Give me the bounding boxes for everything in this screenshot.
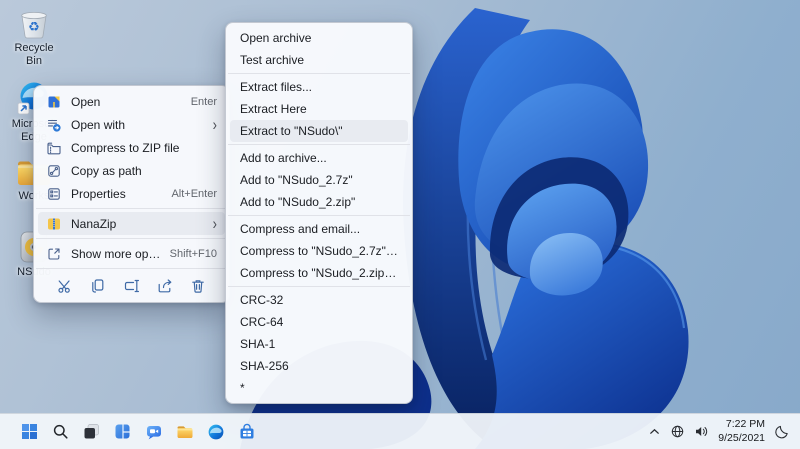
menu-item-nanazip[interactable]: NanaZip › (38, 212, 225, 235)
submenu-item-crc64[interactable]: CRC-64 (230, 311, 408, 333)
taskbar-clock[interactable]: 7:22 PM 9/25/2021 (718, 418, 765, 445)
properties-icon (46, 186, 62, 202)
search-button[interactable] (47, 418, 74, 445)
recycle-bin-icon: ♻ (14, 4, 54, 40)
menu-separator (228, 286, 410, 287)
submenu-item-add-to-7z[interactable]: Add to "NSudo_2.7z" (230, 169, 408, 191)
menu-item-shortcut: Alt+Enter (171, 187, 217, 200)
show-more-icon (46, 246, 62, 262)
focus-assist-button[interactable] (774, 420, 790, 444)
context-menu: Open Enter Open with › Compress to ZIP f… (33, 85, 230, 303)
volume-button[interactable] (694, 420, 709, 444)
desktop-icon-label: Recycle Bin (14, 42, 54, 67)
focus-assist-moon-icon (774, 424, 790, 440)
delete-button[interactable] (185, 275, 211, 297)
menu-separator (36, 238, 227, 239)
quick-actions-row (34, 272, 229, 298)
nanazip-submenu: Open archive Test archive Extract files.… (225, 22, 413, 404)
desktop: ♻ Recycle Bin Microsoft Edge (0, 0, 800, 449)
clock-date: 9/25/2021 (718, 431, 765, 444)
system-tray: 7:22 PM 9/25/2021 (648, 418, 790, 445)
store-icon (238, 423, 256, 441)
menu-item-open[interactable]: Open Enter (38, 90, 225, 113)
copy-path-icon (46, 163, 62, 179)
menu-item-label: Copy as path (71, 163, 142, 178)
menu-item-label: Properties (71, 186, 126, 201)
edge-icon (207, 423, 225, 441)
tray-overflow-button[interactable] (648, 420, 661, 444)
desktop-icon-recycle-bin[interactable]: ♻ Recycle Bin (2, 4, 66, 67)
submenu-item-sha256[interactable]: SHA-256 (230, 355, 408, 377)
open-with-icon (46, 117, 62, 133)
submenu-item-compress-7z-email[interactable]: Compress to "NSudo_2.7z" and email (230, 240, 408, 262)
submenu-item-extract-to[interactable]: Extract to "NSudo\" (230, 120, 408, 142)
menu-separator (228, 215, 410, 216)
rename-button[interactable] (119, 275, 145, 297)
menu-item-open-with[interactable]: Open with › (38, 113, 225, 136)
menu-item-shortcut: Shift+F10 (169, 247, 217, 260)
menu-separator (36, 208, 227, 209)
cut-button[interactable] (52, 275, 78, 297)
submenu-item-open-archive[interactable]: Open archive (230, 27, 408, 49)
menu-item-copy-as-path[interactable]: Copy as path (38, 159, 225, 182)
chevron-up-icon (648, 425, 661, 438)
submenu-item-extract-here[interactable]: Extract Here (230, 98, 408, 120)
archive-file-icon (46, 94, 62, 110)
file-explorer-button[interactable] (171, 418, 198, 445)
submenu-item-add-to-archive[interactable]: Add to archive... (230, 147, 408, 169)
task-view-button[interactable] (78, 418, 105, 445)
menu-separator (228, 144, 410, 145)
menu-item-label: Show more options (71, 246, 161, 261)
copy-button[interactable] (85, 275, 111, 297)
menu-item-label: Open with (71, 117, 126, 132)
menu-item-shortcut: Enter (190, 95, 217, 108)
search-icon (52, 423, 69, 440)
file-explorer-icon (176, 423, 194, 441)
menu-item-show-more-options[interactable]: Show more options Shift+F10 (38, 242, 225, 265)
submenu-item-star[interactable]: * (230, 377, 408, 399)
widgets-icon (114, 423, 131, 440)
menu-item-compress-zip[interactable]: Compress to ZIP file (38, 136, 225, 159)
menu-item-label: NanaZip (71, 216, 117, 231)
submenu-item-compress-email[interactable]: Compress and email... (230, 218, 408, 240)
chevron-right-icon: › (212, 115, 217, 134)
submenu-item-crc32[interactable]: CRC-32 (230, 289, 408, 311)
menu-item-properties[interactable]: Properties Alt+Enter (38, 182, 225, 205)
menu-item-label: Compress to ZIP file (71, 140, 180, 155)
network-button[interactable] (670, 420, 685, 444)
start-button[interactable] (16, 418, 43, 445)
submenu-item-add-to-zip[interactable]: Add to "NSudo_2.zip" (230, 191, 408, 213)
chat-icon (145, 423, 163, 441)
submenu-item-extract-files[interactable]: Extract files... (230, 76, 408, 98)
store-button[interactable] (233, 418, 260, 445)
share-button[interactable] (152, 275, 178, 297)
submenu-item-test-archive[interactable]: Test archive (230, 49, 408, 71)
zip-folder-icon (46, 140, 62, 156)
nanazip-logo-icon (46, 216, 62, 232)
menu-item-label: Open (71, 94, 101, 109)
widgets-button[interactable] (109, 418, 136, 445)
network-globe-icon (670, 424, 685, 439)
chevron-right-icon: › (212, 214, 217, 233)
submenu-item-compress-zip-email[interactable]: Compress to "NSudo_2.zip" and email (230, 262, 408, 284)
chat-button[interactable] (140, 418, 167, 445)
svg-text:♻: ♻ (28, 19, 40, 34)
clock-time: 7:22 PM (725, 417, 765, 430)
start-icon (21, 423, 38, 440)
menu-separator (228, 73, 410, 74)
menu-separator (36, 268, 227, 269)
taskbar: 7:22 PM 9/25/2021 (0, 413, 800, 449)
task-view-icon (83, 423, 100, 440)
submenu-item-sha1[interactable]: SHA-1 (230, 333, 408, 355)
volume-icon (694, 424, 709, 439)
edge-button[interactable] (202, 418, 229, 445)
